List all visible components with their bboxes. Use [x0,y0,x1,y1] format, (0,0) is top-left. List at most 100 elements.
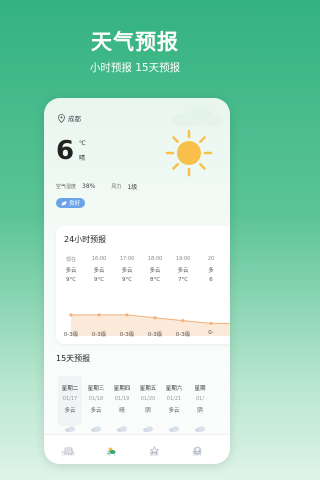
hourly-time: 20 [207,256,215,262]
hourly-item: 18:00 多云 8°C 0-3级 [141,256,169,338]
hourly-temp: 6 [209,277,213,283]
tab-label: 我的 [192,452,202,457]
aqi-badge[interactable]: 良好 [56,198,86,208]
daily-condition: 阴 [197,408,203,414]
humidity-value: 38% [82,183,96,190]
user-icon [193,440,202,455]
cloud-icon [64,417,76,432]
hourly-time: 17:00 [119,256,135,262]
leaf-icon [61,201,67,205]
hourly-condition: 多云 [121,268,133,274]
aqi-label: 良好 [69,201,81,207]
chart-point [209,321,213,326]
hourly-condition: 多 [208,268,214,274]
daily-date: 01/21 [166,396,182,402]
cloud-icon [142,417,154,432]
daily-item[interactable]: 星期六 01/21 多云 [162,376,186,432]
cloud-icon [194,417,206,432]
promo-subtitle: 小时预报 15天预报 [89,62,181,74]
daily-item[interactable]: 星期 01/阴 [188,376,212,432]
phone-screen: 成都 6 ℃ 晴 空气湿度 38% 风力 1级 良好 24小时预报 现在 多云 9°… [44,98,230,464]
tab-weather[interactable]: 天气 [96,440,126,457]
hourly-condition: 多云 [149,268,161,274]
hourly-temp: 7°C [177,277,189,283]
chart-point [125,313,129,317]
wind-label: 风力 [111,184,122,190]
hourly-condition: 多云 [93,268,105,274]
hourly-columns: 现在 多云 9°C 0-3级 16:00 多云 9°C 0-3级 17:00 多云 9°C 0-3级 1… [56,256,230,341]
tab-label: 星座 [149,452,159,457]
wind-value: 1级 [127,184,138,191]
bottom-tab-bar: 万年历 天气 星座 我的 [44,434,230,464]
hourly-wind: 0-3级 [63,332,79,338]
hourly-time: 16:00 [91,256,107,262]
location-pin-icon [58,113,65,123]
tab-calendar[interactable]: 万年历 [53,440,83,457]
daily-date: 01/20 [140,396,156,402]
chart-point [69,313,73,317]
weather-icon [107,440,116,454]
promo-title: 天气预报 [91,30,179,54]
hourly-temp: 9°C [93,277,105,283]
hourly-temp: 9°C [65,277,77,283]
current-temperature: 6 [56,136,75,166]
hourly-time: 19:00 [175,256,191,262]
hourly-item: 17:00 多云 9°C 0-3级 [113,256,141,338]
hourly-item: 16:00 多云 9°C 0-3级 [85,256,113,338]
hourly-condition: 多云 [177,268,189,274]
hourly-title: 24小时预报 [64,235,107,244]
daily-item[interactable]: 星期五 01/20 阴 [136,376,160,432]
cloud-icon [168,417,180,432]
hourly-wind: 0-3级 [175,332,191,338]
hourly-wind: 0-3级 [147,332,163,338]
daily-weekday: 星期 [194,386,206,392]
daily-item[interactable]: 星期三 01/18 多云 [84,376,108,432]
tab-star[interactable]: 星座 [139,440,169,457]
sun-icon [165,129,213,177]
tab-label: 天气 [106,452,116,457]
daily-item[interactable]: 星期四 01/19 晴 [110,376,134,432]
hourly-condition: 多云 [65,268,77,274]
daily-weekday: 星期二 [61,386,79,392]
hourly-item: 19:00 多云 7°C 0-3级 [169,256,197,338]
hourly-wind: 0- [208,330,214,336]
hourly-temp: 8°C [149,277,161,283]
daily-condition: 晴 [119,408,125,414]
weather-metrics: 空气湿度 38% 风力 1级 [56,182,147,191]
hourly-time: 18:00 [147,256,163,262]
chart-point [97,313,101,317]
hourly-item: 20 多 6 0- [197,256,225,336]
city-name: 成都 [68,115,81,123]
temperature-unit: ℃ [79,140,86,147]
cloud-icon [90,417,102,432]
daily-item[interactable]: 星期二 01/17 多云 [58,376,82,432]
hourly-forecast-card[interactable]: 24小时预报 现在 多云 9°C 0-3级 16:00 多云 9°C 0-3级 17:00 多云 9… [56,226,230,344]
daily-condition: 多云 [64,408,76,414]
tab-label: 万年历 [61,452,75,457]
hourly-temp: 9°C [121,277,133,283]
calendar-icon [64,440,73,455]
hourly-wind: 0-3级 [119,332,135,338]
cloud-icon [116,417,128,432]
daily-weekday: 星期四 [113,386,131,392]
daily-weekday: 星期五 [139,386,157,392]
daily-condition: 多云 [90,408,102,414]
chart-point [181,318,185,323]
daily-condition: 多云 [168,408,180,414]
cloud-decoration-icon [172,107,222,127]
location[interactable]: 成都 [58,113,81,123]
tab-user[interactable]: 我的 [182,440,212,457]
daily-date: 01/ [195,396,205,402]
hourly-item: 现在 多云 9°C 0-3级 [57,256,85,338]
humidity-label: 空气湿度 [56,184,77,190]
daily-forecast-list[interactable]: 星期二 01/17 多云 星期三 01/18 多云 星期四 01/19 晴星期五 01/20 阴星期… [56,376,230,432]
daily-date: 01/17 [62,396,78,402]
daily-condition: 阴 [145,408,151,414]
hourly-wind: 0-3级 [91,332,107,338]
star-icon [149,440,159,455]
chart-point [153,316,157,320]
daily-weekday: 星期六 [165,386,183,392]
daily-date: 01/18 [88,396,104,402]
daily-title: 15天预报 [56,354,91,363]
daily-weekday: 星期三 [87,386,105,392]
